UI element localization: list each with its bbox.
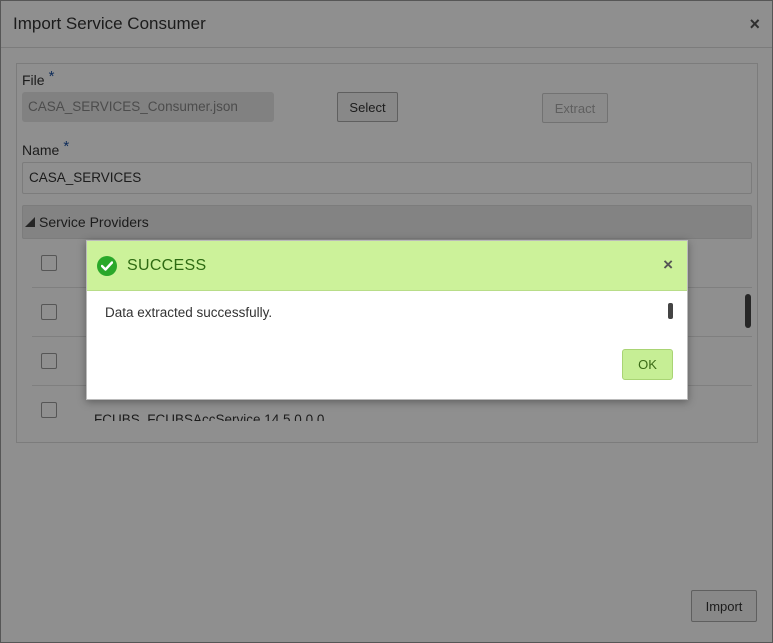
- message-scrollbar[interactable]: [668, 303, 673, 319]
- success-header: SUCCESS ×: [87, 241, 687, 291]
- success-message: Data extracted successfully.: [105, 305, 273, 320]
- success-message-dialog: SUCCESS × Data extracted successfully. O…: [86, 240, 688, 400]
- check-circle-icon: [97, 255, 117, 276]
- success-title: SUCCESS: [127, 256, 207, 274]
- close-icon[interactable]: ×: [663, 255, 673, 275]
- ok-button[interactable]: OK: [622, 349, 673, 380]
